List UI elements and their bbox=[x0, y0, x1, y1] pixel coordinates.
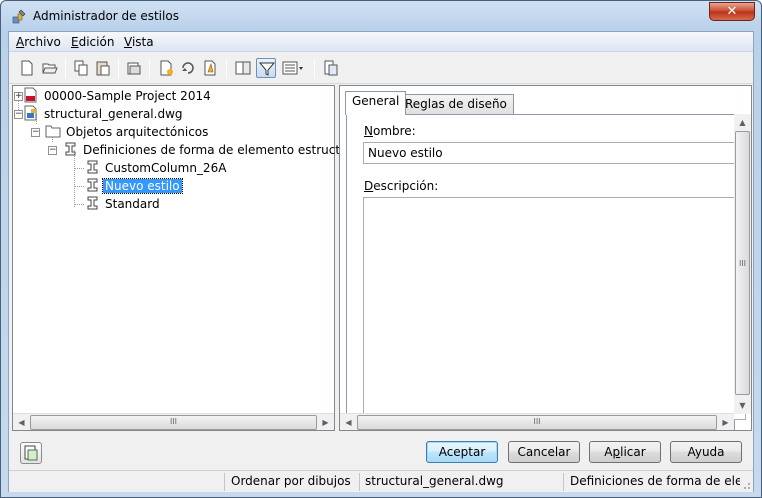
style-tree-pane[interactable]: + 00000-Sample Project 2014 − structural… bbox=[12, 85, 363, 431]
new-style-button[interactable] bbox=[156, 58, 176, 78]
tree-expander[interactable]: + bbox=[14, 92, 23, 101]
apply-button[interactable]: Aplicar bbox=[589, 441, 661, 463]
new-style-icon bbox=[160, 60, 173, 76]
general-tab-page: Nombre: Nuevo estilo Descripción: bbox=[346, 114, 746, 430]
scroll-thumb[interactable]: III bbox=[735, 131, 750, 395]
scroll-thumb[interactable]: III bbox=[357, 415, 717, 430]
close-icon: ✕ bbox=[726, 4, 738, 19]
purge-button[interactable] bbox=[124, 58, 144, 78]
tree-horizontal-scrollbar[interactable]: ◀ III ▶ bbox=[13, 413, 334, 430]
scroll-up-icon[interactable]: ▲ bbox=[734, 114, 751, 131]
window-title: Administrador de estilos bbox=[33, 9, 179, 23]
toolbar-separator bbox=[314, 59, 315, 78]
ok-button[interactable]: Aceptar bbox=[426, 441, 498, 463]
menu-archivo[interactable]: Archivo bbox=[16, 35, 61, 49]
scroll-down-icon[interactable]: ▼ bbox=[734, 397, 751, 414]
scroll-left-icon[interactable]: ◀ bbox=[13, 414, 30, 431]
resize-grip-icon[interactable] bbox=[741, 480, 751, 490]
tree-item-customcolumn[interactable]: CustomColumn_26A bbox=[84, 159, 228, 177]
toolbar bbox=[9, 53, 753, 84]
set-from-icon bbox=[204, 60, 216, 76]
copy-button[interactable] bbox=[71, 58, 91, 78]
scroll-right-icon[interactable]: ▶ bbox=[717, 414, 734, 431]
menu-bar: Archivo Edición Vista bbox=[9, 32, 753, 52]
status-bar: Ordenar por dibujos structural_general.d… bbox=[9, 470, 753, 492]
cancel-button[interactable]: Cancelar bbox=[508, 441, 580, 463]
help-button[interactable]: Ayuda bbox=[670, 441, 742, 463]
style-manager-icon bbox=[12, 9, 26, 24]
tree-line bbox=[74, 168, 84, 169]
new-icon bbox=[21, 60, 33, 76]
toolbar-separator bbox=[226, 59, 227, 78]
view-options-icon bbox=[282, 61, 303, 75]
menu-vista[interactable]: Vista bbox=[124, 35, 154, 49]
scroll-thumb[interactable]: III bbox=[30, 415, 317, 430]
drawing-icon bbox=[24, 105, 37, 121]
toolbar-separator bbox=[149, 59, 150, 78]
member-shape-icon bbox=[87, 178, 98, 192]
menu-edicion[interactable]: Edición bbox=[71, 35, 114, 49]
name-field[interactable]: Nuevo estilo bbox=[363, 142, 746, 164]
tree-item-nuevo-estilo[interactable]: Nuevo estilo bbox=[84, 177, 183, 195]
tree-item-project[interactable]: 00000-Sample Project 2014 bbox=[23, 87, 213, 105]
paste-icon bbox=[96, 61, 110, 76]
status-separator bbox=[563, 473, 564, 491]
set-from-button[interactable] bbox=[200, 58, 220, 78]
toolbar-separator bbox=[118, 59, 119, 78]
tab-design-rules[interactable]: Reglas de diseño bbox=[398, 94, 514, 115]
member-shape-icon bbox=[65, 142, 76, 156]
tree-line bbox=[74, 204, 84, 205]
status-separator bbox=[359, 473, 360, 491]
purge-icon bbox=[127, 62, 141, 75]
status-file: structural_general.dwg bbox=[365, 474, 504, 488]
edit-style-button[interactable] bbox=[178, 58, 198, 78]
filter-button[interactable] bbox=[256, 58, 276, 78]
title-bar[interactable]: Administrador de estilos ✕ bbox=[1, 1, 761, 31]
scroll-left-icon[interactable]: ◀ bbox=[340, 414, 357, 431]
tree-item-standard[interactable]: Standard bbox=[84, 195, 162, 213]
tree-item-drawing[interactable]: structural_general.dwg bbox=[23, 105, 185, 123]
member-shape-icon bbox=[87, 196, 98, 210]
close-button[interactable]: ✕ bbox=[709, 2, 755, 21]
folder-icon bbox=[45, 125, 61, 138]
new-button[interactable] bbox=[17, 58, 37, 78]
name-label: Nombre: bbox=[364, 124, 416, 138]
inline-edit-icon bbox=[324, 60, 338, 76]
properties-vertical-scrollbar[interactable]: ▲ III ▼ bbox=[734, 114, 751, 414]
properties-horizontal-scrollbar[interactable]: ◀ III ▶ bbox=[340, 413, 734, 430]
tab-general[interactable]: General bbox=[345, 91, 407, 115]
style-properties-pane: General Reglas de diseño Nombre: Nuevo e… bbox=[339, 85, 752, 431]
toolbar-separator bbox=[65, 59, 66, 78]
view-options-button[interactable] bbox=[280, 58, 308, 78]
status-separator bbox=[224, 473, 225, 491]
status-type: Definiciones de forma de eleme bbox=[570, 474, 740, 488]
style-manager-window: Administrador de estilos ✕ Archivo Edici… bbox=[0, 0, 762, 498]
filter-icon bbox=[259, 62, 275, 76]
description-field[interactable] bbox=[363, 197, 746, 420]
open-button[interactable] bbox=[40, 58, 60, 78]
status-sort: Ordenar por dibujos bbox=[231, 474, 351, 488]
open-icon bbox=[42, 63, 58, 74]
edit-style-icon bbox=[182, 62, 194, 74]
tree-expander[interactable]: − bbox=[31, 128, 40, 137]
paste-button[interactable] bbox=[93, 58, 113, 78]
toggle-view-icon bbox=[235, 61, 251, 75]
client-area: Archivo Edición Vista + 00000-Sample Pro… bbox=[8, 31, 754, 492]
project-icon bbox=[24, 87, 37, 103]
copy-icon bbox=[74, 60, 88, 76]
member-shape-icon bbox=[87, 160, 98, 174]
tree-item-member-shapes[interactable]: Definiciones de forma de elemento estruc… bbox=[62, 141, 365, 159]
toggle-details-button[interactable] bbox=[20, 442, 42, 464]
tree-line bbox=[74, 186, 84, 187]
tree-expander[interactable]: − bbox=[14, 110, 23, 119]
description-label: Descripción: bbox=[364, 179, 439, 193]
inline-edit-button[interactable] bbox=[321, 58, 341, 78]
toggle-view-button[interactable] bbox=[233, 58, 253, 78]
details-icon bbox=[24, 445, 38, 461]
tree-expander[interactable]: − bbox=[48, 146, 57, 155]
tree-item-arch-objects[interactable]: Objetos arquitectónicos bbox=[45, 123, 210, 141]
scroll-right-icon[interactable]: ▶ bbox=[317, 414, 334, 431]
